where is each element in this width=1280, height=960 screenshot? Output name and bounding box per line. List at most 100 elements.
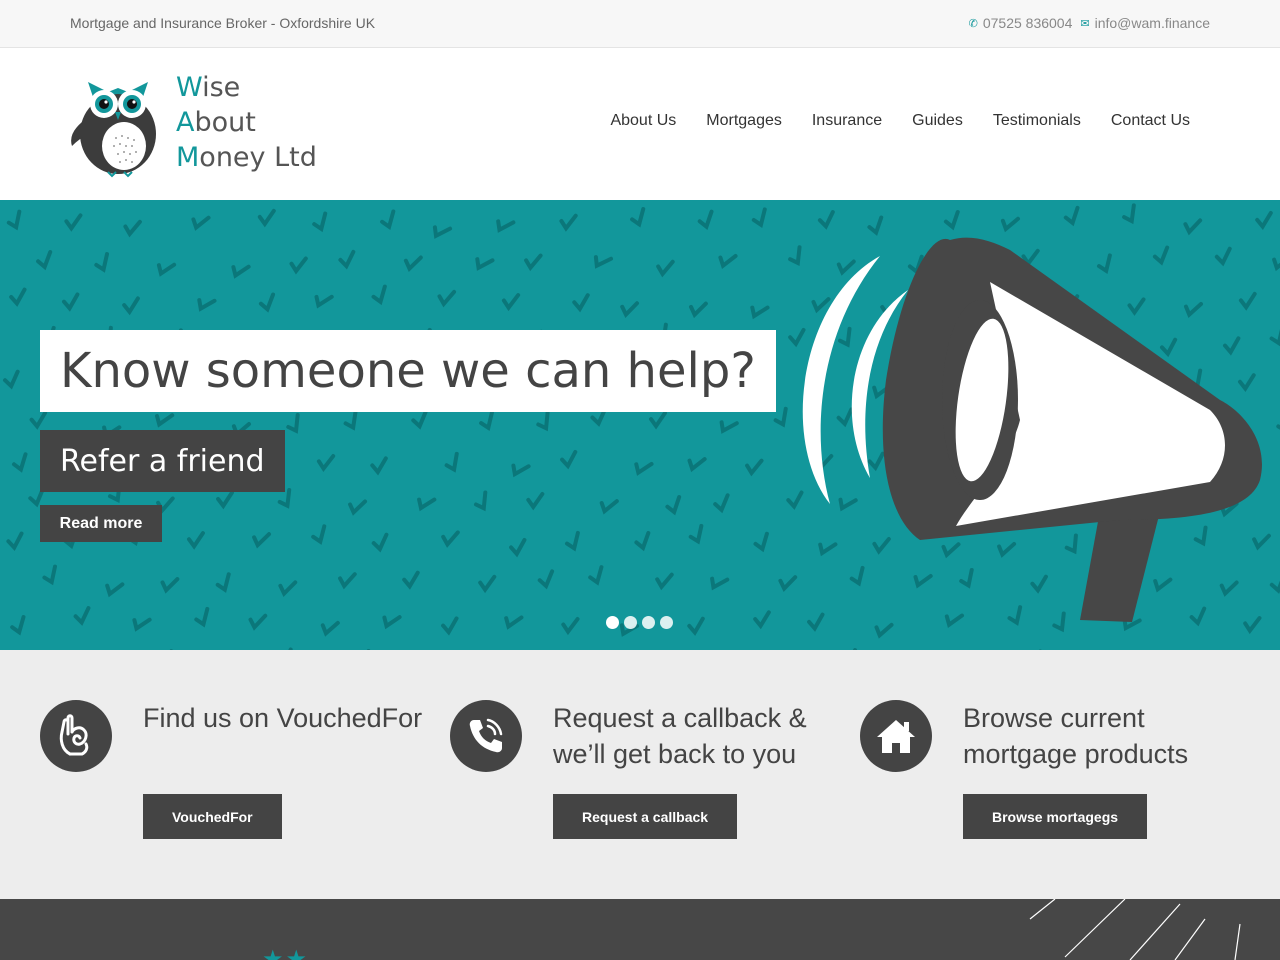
pattern-check — [1269, 325, 1280, 347]
pattern-check — [441, 616, 459, 636]
pattern-check — [688, 523, 704, 545]
pattern-check — [620, 301, 640, 318]
pattern-check — [561, 617, 580, 636]
pattern-check — [572, 293, 590, 313]
pattern-check — [630, 207, 646, 228]
pattern-check — [36, 250, 53, 271]
pattern-check — [311, 524, 327, 545]
nav-about-us[interactable]: About Us — [610, 112, 676, 130]
pattern-check — [689, 301, 708, 319]
nav-mortgages[interactable]: Mortgages — [706, 112, 782, 130]
hero-subtitle: Refer a friend — [60, 443, 265, 479]
request-callback-button[interactable]: Request a callback — [553, 794, 738, 839]
pattern-check — [73, 606, 91, 626]
pattern-check — [441, 530, 460, 548]
pattern-check — [258, 292, 276, 313]
pattern-check — [123, 219, 142, 238]
pattern-check — [194, 606, 210, 628]
pattern-check — [593, 255, 614, 269]
pattern-check — [710, 576, 730, 591]
slider-dot-4[interactable] — [660, 616, 673, 629]
owl-logo-icon — [71, 82, 156, 178]
pattern-check — [1269, 573, 1280, 594]
slider-dot-3[interactable] — [642, 616, 655, 629]
pattern-check — [719, 420, 739, 434]
pattern-check — [187, 531, 205, 550]
pattern-check — [12, 452, 28, 473]
pattern-check — [338, 572, 357, 590]
pattern-check — [215, 572, 231, 593]
pattern-check — [599, 499, 619, 515]
envelope-icon: ✉ — [1080, 17, 1090, 30]
pattern-check — [382, 615, 402, 630]
feature-vouchedfor: Find us on VouchedFor VouchedFor — [40, 700, 440, 850]
pattern-check — [536, 410, 550, 432]
pattern-check — [9, 287, 27, 307]
pattern-check — [479, 410, 494, 432]
pattern-check — [3, 369, 20, 390]
pattern-check — [122, 296, 140, 316]
rating-stars-icon: ★★ — [262, 946, 310, 960]
read-more-button[interactable]: Read more — [40, 505, 162, 542]
vouchedfor-button[interactable]: VouchedFor — [143, 794, 282, 839]
pattern-check — [320, 620, 340, 637]
hero-subtitle-box: Refer a friend — [40, 430, 285, 492]
pattern-check — [314, 294, 334, 309]
pattern-check — [444, 451, 459, 473]
nav-testimonials[interactable]: Testimonials — [993, 112, 1081, 130]
slider-dots — [606, 616, 673, 629]
hero-title-box: Know someone we can help? — [40, 330, 776, 412]
browse-mortgages-button[interactable]: Browse mortagegs — [963, 794, 1148, 839]
pattern-check — [655, 572, 674, 591]
pattern-check — [559, 213, 578, 232]
nav-guides[interactable]: Guides — [912, 112, 963, 130]
top-bar: Mortgage and Insurance Broker - Oxfordsh… — [0, 0, 1280, 48]
pattern-check — [231, 264, 251, 279]
pattern-check — [437, 289, 457, 308]
pattern-check — [380, 209, 396, 231]
pattern-check — [417, 497, 437, 512]
pattern-check — [62, 292, 80, 312]
slider-dot-1[interactable] — [606, 616, 619, 629]
pattern-check — [665, 495, 682, 516]
phone-number: 07525 836004 — [982, 15, 1073, 31]
pattern-check — [348, 499, 368, 516]
pattern-check — [745, 458, 764, 477]
pattern-check — [289, 256, 308, 275]
pattern-check — [6, 209, 22, 231]
feature-title: Request a callback & we’ll get back to y… — [553, 703, 807, 769]
pattern-check — [560, 449, 578, 470]
pattern-check — [42, 564, 57, 586]
pattern-check — [132, 617, 152, 632]
email-link[interactable]: ✉ info@wam.finance — [1080, 15, 1210, 31]
pattern-check — [697, 209, 714, 230]
pattern-check — [524, 253, 543, 272]
logo-text: Wise About Money Ltd — [176, 72, 317, 173]
pattern-check — [634, 461, 654, 476]
logo[interactable]: Wise About Money Ltd — [68, 70, 328, 180]
pattern-check — [191, 215, 211, 231]
pattern-check — [6, 531, 24, 552]
megaphone-icon — [802, 237, 1262, 622]
pattern-check — [155, 413, 175, 428]
hero-title: Know someone we can help? — [60, 343, 756, 399]
pattern-check — [156, 262, 177, 277]
phone-link[interactable]: ✆ 07525 836004 — [969, 15, 1073, 31]
slider-dot-2[interactable] — [624, 616, 637, 629]
nav-insurance[interactable]: Insurance — [812, 112, 882, 130]
tagline: Mortgage and Insurance Broker - Oxfordsh… — [70, 15, 376, 31]
pattern-check — [411, 409, 428, 430]
pattern-check — [257, 208, 276, 228]
pattern-check — [432, 225, 453, 239]
nav-contact-us[interactable]: Contact Us — [1111, 112, 1190, 130]
pattern-check — [501, 293, 521, 312]
pattern-check — [343, 409, 358, 431]
pattern-check — [216, 490, 234, 510]
ok-hand-icon — [40, 700, 112, 772]
phone-icon: ✆ — [968, 17, 978, 30]
pattern-check — [526, 491, 545, 511]
pattern-check — [475, 257, 495, 271]
house-icon — [860, 700, 932, 772]
feature-title: Find us on VouchedFor — [143, 703, 423, 733]
pattern-check — [634, 530, 651, 552]
